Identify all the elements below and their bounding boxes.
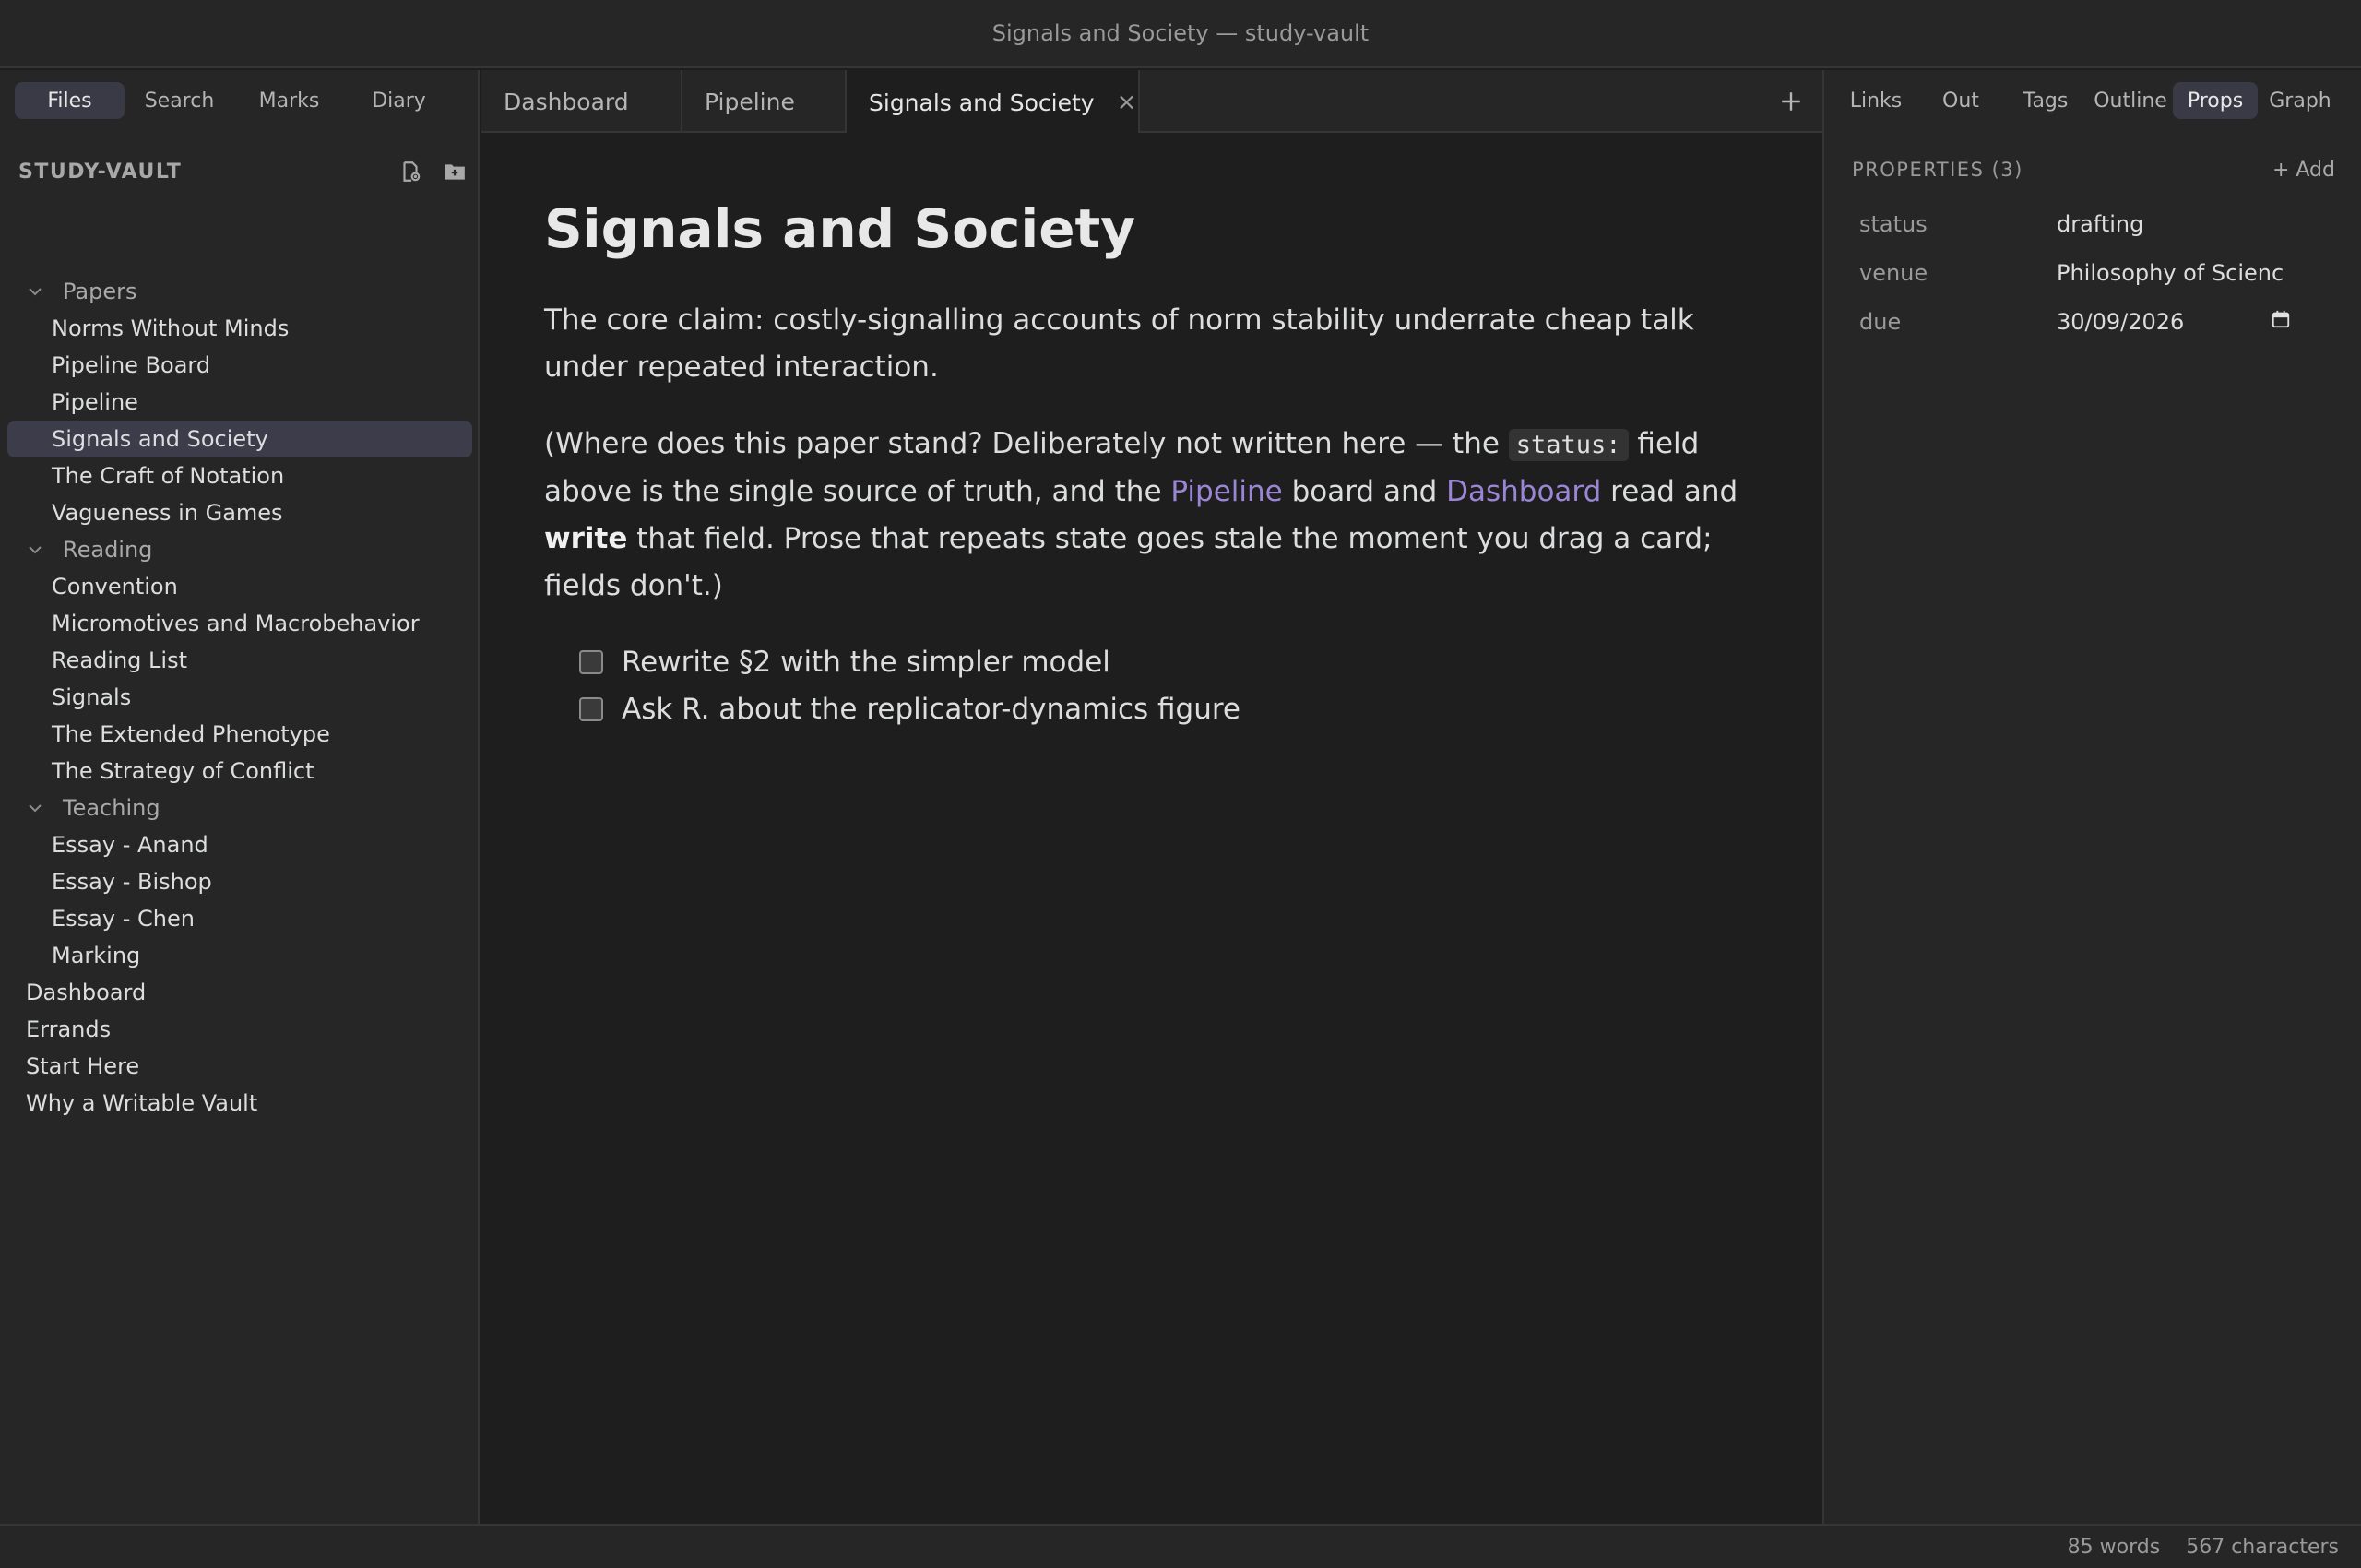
editor-pane[interactable]: Signals and Society The core claim: cost…: [481, 133, 1822, 1524]
folder-papers[interactable]: Papers: [7, 273, 472, 310]
plus-icon: [1782, 92, 1800, 111]
add-property-button[interactable]: + Add: [2272, 159, 2335, 182]
properties-title: PROPERTIES (3): [1852, 159, 2023, 181]
sidebar-tab-marks[interactable]: Marks: [234, 82, 344, 119]
file-strategy-of-conflict[interactable]: The Strategy of Conflict: [7, 753, 472, 790]
chevron-down-icon: [26, 799, 44, 817]
property-value-due: 30/09/2026: [2057, 308, 2185, 335]
right-panel: Links Out Tags Outline Props Graph PROPE…: [1822, 70, 2361, 1524]
property-value-venue[interactable]: Philosophy of Scienc: [2057, 260, 2298, 286]
property-key: venue: [1859, 259, 1928, 286]
rpanel-tab-tags[interactable]: Tags: [2003, 82, 2088, 119]
property-date-input[interactable]: 30/09/2026: [2057, 309, 2298, 335]
inline-code: status:: [1508, 428, 1629, 461]
note-paragraph: (Where does this paper stand? Deliberate…: [544, 426, 1738, 602]
rpanel-tab-outline[interactable]: Outline: [2088, 82, 2173, 119]
tab-pipeline[interactable]: Pipeline: [682, 70, 847, 133]
file-craft-of-notation[interactable]: The Craft of Notation: [7, 457, 472, 494]
tab-signals-and-society[interactable]: Signals and Society ×: [847, 70, 1140, 135]
file-signals[interactable]: Signals: [7, 679, 472, 716]
internal-link-dashboard[interactable]: Dashboard: [1446, 475, 1601, 508]
property-row-venue: venue Philosophy of Scienc: [1859, 248, 2339, 297]
file-essay-chen[interactable]: Essay - Chen: [7, 900, 472, 937]
calendar-icon[interactable]: [2271, 309, 2291, 335]
folder-reading[interactable]: Reading: [7, 531, 472, 568]
folder-label: Teaching: [63, 795, 160, 821]
property-row-status: status drafting: [1859, 199, 2339, 248]
file-pipeline-board[interactable]: Pipeline Board: [7, 347, 472, 384]
editor-tab-bar: Dashboard Pipeline Signals and Society ×: [481, 70, 1822, 135]
chevron-down-icon: [26, 540, 44, 559]
file-errands[interactable]: Errands: [7, 1011, 472, 1048]
sidebar-tab-diary[interactable]: Diary: [344, 82, 454, 119]
internal-link-pipeline[interactable]: Pipeline: [1170, 475, 1282, 508]
task-checkbox[interactable]: [579, 697, 603, 722]
file-essay-anand[interactable]: Essay - Anand: [7, 826, 472, 863]
word-count: 85 words: [2067, 1535, 2161, 1559]
properties-header: PROPERTIES (3) + Add: [1852, 151, 2335, 188]
file-micromotives[interactable]: Micromotives and Macrobehavior: [7, 605, 472, 642]
tab-label: Signals and Society: [869, 89, 1095, 116]
property-key: status: [1859, 210, 1928, 237]
rpanel-tab-graph[interactable]: Graph: [2258, 82, 2343, 119]
bold-text: write: [544, 521, 628, 555]
vault-name: STUDY-VAULT: [18, 160, 183, 184]
note-paragraph: The core claim: costly-signalling accoun…: [544, 303, 1694, 384]
character-count: 567 characters: [2186, 1535, 2339, 1559]
sidebar-tab-files[interactable]: Files: [15, 82, 125, 119]
file-norms-without-minds[interactable]: Norms Without Minds: [7, 310, 472, 347]
property-row-due: due 30/09/2026: [1859, 297, 2339, 346]
vault-header: STUDY-VAULT: [18, 153, 465, 190]
status-bar: 85 words 567 characters: [0, 1524, 2361, 1568]
file-start-here[interactable]: Start Here: [7, 1048, 472, 1085]
task-label: Ask R. about the replicator-dynamics fig…: [622, 693, 1240, 727]
file-convention[interactable]: Convention: [7, 568, 472, 605]
file-vagueness-in-games[interactable]: Vagueness in Games: [7, 494, 472, 531]
folder-label: Reading: [63, 537, 153, 563]
folder-label: Papers: [63, 279, 137, 304]
file-dashboard[interactable]: Dashboard: [7, 974, 472, 1011]
properties-list: status drafting venue Philosophy of Scie…: [1859, 199, 2339, 346]
note-document: Signals and Society The core claim: cost…: [544, 197, 1771, 733]
file-reading-list[interactable]: Reading List: [7, 642, 472, 679]
file-essay-bishop[interactable]: Essay - Bishop: [7, 863, 472, 900]
task-item: Rewrite §2 with the simpler model: [544, 639, 1771, 686]
file-why-writable-vault[interactable]: Why a Writable Vault: [7, 1085, 472, 1122]
tab-label: Pipeline: [705, 88, 795, 115]
sidebar-tab-search[interactable]: Search: [125, 82, 234, 119]
sidebar-tabs: Files Search Marks Diary: [15, 82, 454, 119]
file-marking[interactable]: Marking: [7, 937, 472, 974]
file-pipeline[interactable]: Pipeline: [7, 384, 472, 421]
new-tab-button[interactable]: [1773, 83, 1809, 120]
tab-dashboard[interactable]: Dashboard: [481, 70, 682, 133]
right-panel-tabs: Links Out Tags Outline Props Graph: [1833, 82, 2343, 119]
property-value-status[interactable]: drafting: [2057, 211, 2298, 237]
left-sidebar: Files Search Marks Diary STUDY-VAULT Pap…: [0, 70, 480, 1524]
file-extended-phenotype[interactable]: The Extended Phenotype: [7, 716, 472, 753]
note-title: Signals and Society: [544, 197, 1136, 260]
close-icon[interactable]: ×: [1117, 89, 1137, 116]
file-tree: Papers Norms Without Minds Pipeline Boar…: [7, 273, 472, 1122]
chevron-down-icon: [26, 282, 44, 301]
rpanel-tab-links[interactable]: Links: [1833, 82, 1918, 119]
window-titlebar: Signals and Society — study-vault: [0, 0, 2361, 68]
rpanel-tab-props[interactable]: Props: [2173, 82, 2258, 119]
new-note-icon[interactable]: [397, 158, 424, 185]
tab-label: Dashboard: [504, 88, 629, 115]
task-item: Ask R. about the replicator-dynamics fig…: [544, 686, 1771, 733]
task-label: Rewrite §2 with the simpler model: [622, 646, 1110, 680]
folder-teaching[interactable]: Teaching: [7, 790, 472, 826]
rpanel-tab-out[interactable]: Out: [1918, 82, 2003, 119]
file-signals-and-society[interactable]: Signals and Society: [7, 421, 472, 457]
new-folder-icon[interactable]: [441, 158, 469, 185]
window-title: Signals and Society — study-vault: [991, 20, 1370, 46]
task-checkbox[interactable]: [579, 650, 603, 675]
property-key: due: [1859, 308, 1902, 335]
